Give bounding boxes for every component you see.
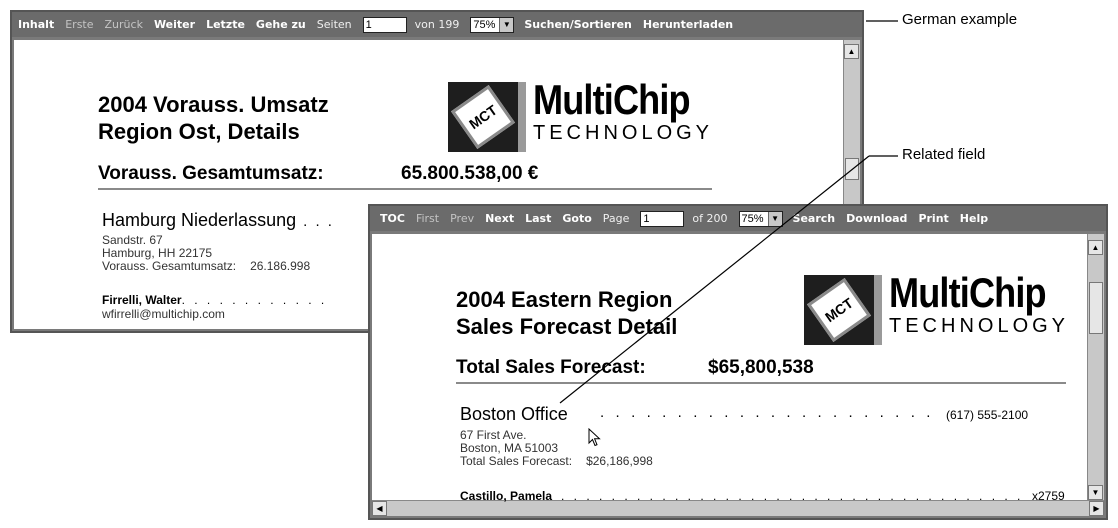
toc-link[interactable]: TOC [380,212,405,225]
print-link[interactable]: Print [918,212,948,225]
next-link[interactable]: Weiter [154,18,195,31]
total-label: Total Sales Forecast: [456,357,646,378]
goto-link[interactable]: Gehe zu [256,18,306,31]
last-link[interactable]: Last [525,212,551,225]
report-title: 2004 Eastern Region Sales Forecast Detai… [456,287,678,339]
office-name[interactable]: Boston Office [460,404,568,424]
contact-row: Castillo, Pamela . . . . . . . . . . . .… [460,489,1070,505]
contact-name: Castillo, Pamela [460,489,553,503]
mouse-pointer-icon [588,428,601,447]
toc-link[interactable]: Inhalt [18,18,54,31]
english-toolbar: TOC First Prev Next Last Goto Page 1 of … [370,206,1106,231]
zoom-select[interactable]: 75% ▼ [470,16,515,33]
office-row: Boston Office . . . . . . . . . . . . . … [460,404,1070,426]
office-name[interactable]: Hamburg Niederlassung [102,210,296,230]
last-link[interactable]: Letzte [206,18,245,31]
office-address: 67 First Ave. Boston, MA 51003 Total Sal… [460,428,653,468]
related-field-callout: Related field [902,146,986,163]
contact-extension: x2759 [1032,489,1065,503]
logo-wordmark: MultiChip [889,269,1047,316]
triangle-down-icon: ▼ [499,17,514,32]
german-example-callout: German example [902,11,1018,28]
first-link[interactable]: Erste [65,18,93,31]
office-leader: . . . . . . . . . . . . . . . . . . . . … [600,404,935,421]
forecast-label: Total Sales Forecast: [460,454,573,468]
zoom-select[interactable]: 75% ▼ [738,210,783,227]
logo-subtitle: TECHNOLOGY [889,315,1070,337]
page-count: von 199 [414,18,460,31]
page-number-input[interactable]: 1 [640,210,685,227]
german-toolbar: Inhalt Erste Zurück Weiter Letzte Gehe z… [12,12,862,37]
mct-mark: MCT [450,84,516,150]
contact-leader: . . . . . . . . . . . . . . . . . . . . … [561,489,1029,503]
scroll-thumb[interactable] [845,158,859,180]
office-address: Sandstr. 67 Hamburg, HH 22175 Vorauss. G… [102,233,311,273]
zoom-value: 75% [741,212,764,225]
total-value: $65,800,538 [708,357,814,378]
triangle-right-icon[interactable]: ▶ [1089,501,1104,516]
total-forecast-row: Total Sales Forecast: $65,800,538 [456,357,814,379]
office-leader: . . . [303,213,334,230]
total-label: Vorauss. Gesamtumsatz: [98,163,324,184]
total-value: 65.800.538,00 € [401,163,539,184]
divider [98,188,712,190]
next-link[interactable]: Next [485,212,514,225]
prev-link[interactable]: Zurück [105,18,143,31]
forecast-value: $26,186,998 [586,454,653,468]
contact-row: Firrelli, Walter. . . . . . . . . . . . [102,293,327,307]
scroll-thumb[interactable] [1089,282,1103,334]
forecast-value: 26.186.998 [250,259,311,273]
english-report-viewer: TOC First Prev Next Last Goto Page 1 of … [368,204,1108,520]
first-link[interactable]: First [416,212,439,225]
triangle-left-icon[interactable]: ◀ [372,501,387,516]
search-sort-link[interactable]: Suchen/Sortieren [524,18,632,31]
office-row: Hamburg Niederlassung . . . [102,210,334,231]
triangle-down-icon: ▼ [767,211,782,226]
download-link[interactable]: Download [846,212,907,225]
mct-mark: MCT [806,277,872,343]
page-number-input[interactable]: 1 [362,16,407,33]
search-link[interactable]: Search [793,212,836,225]
download-link[interactable]: Herunterladen [643,18,733,31]
total-forecast-row: Vorauss. Gesamtumsatz: 65.800.538,00 € [98,163,538,185]
office-phone: (617) 555-2100 [946,408,1029,422]
prev-link[interactable]: Prev [450,212,474,225]
contact-name: Firrelli, Walter [102,293,182,307]
goto-link[interactable]: Goto [562,212,591,225]
logo-wordmark: MultiChip [533,76,691,123]
report-title: 2004 Vorauss. Umsatz Region Ost, Details [98,92,329,144]
triangle-down-icon[interactable]: ▼ [1088,485,1103,500]
triangle-up-icon[interactable]: ▲ [844,44,859,59]
logo-subtitle: TECHNOLOGY [533,122,714,144]
help-link[interactable]: Help [960,212,988,225]
page-label: Seiten [316,18,352,31]
page-count: of 200 [692,212,728,225]
contact-email[interactable]: wfirrelli@multichip.com [102,308,225,321]
vertical-scrollbar[interactable]: ▲ ▼ [1087,234,1104,500]
divider [456,382,1066,384]
zoom-value: 75% [473,18,496,31]
english-report-frame: ▲ ▼ ◀ ▶ 2004 Eastern Region Sales Foreca… [370,231,1106,518]
triangle-up-icon[interactable]: ▲ [1088,240,1103,255]
forecast-label: Vorauss. Gesamtumsatz: [102,259,237,273]
contact-leader: . . . . . . . . . . . . [181,293,328,307]
page-label: Page [602,212,630,225]
